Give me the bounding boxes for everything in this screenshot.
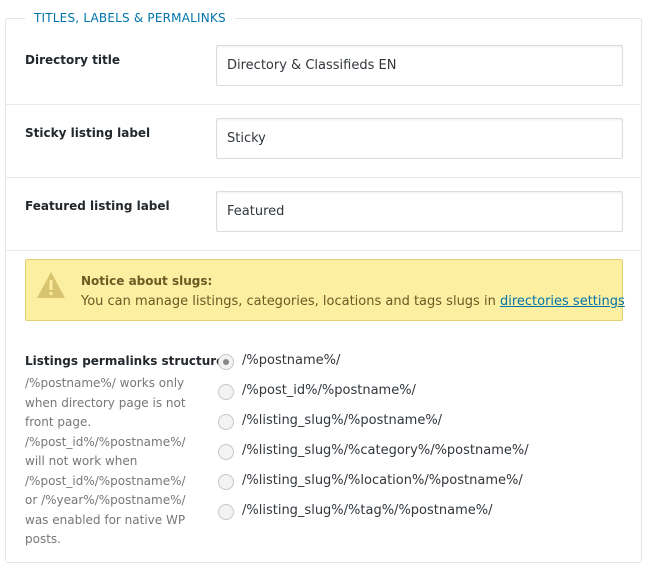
directory-title-label: Directory title <box>25 53 120 67</box>
notice-title: Notice about slugs: <box>81 274 213 288</box>
sticky-label-row: Sticky listing label <box>6 105 642 178</box>
radio-label-listing-slug-tag-postname[interactable]: /%listing_slug%/%tag%/%postname%/ <box>242 503 492 518</box>
radio-option-post-id-postname[interactable] <box>218 384 234 400</box>
directories-settings-link[interactable]: directories settings <box>500 294 625 309</box>
sticky-label-input[interactable] <box>216 118 623 159</box>
section-title: TITLES, LABELS & PERMALINKS <box>25 11 235 25</box>
slugs-notice: Notice about slugs: You can manage listi… <box>25 259 625 321</box>
radio-option-listing-slug-category-postname[interactable] <box>218 444 234 460</box>
directory-title-row: Directory title <box>6 32 642 105</box>
radio-option-listing-slug-tag-postname[interactable] <box>218 504 234 520</box>
warning-icon <box>37 272 65 298</box>
radio-option-postname[interactable] <box>218 354 234 370</box>
radio-label-listing-slug-category-postname[interactable]: /%listing_slug%/%category%/%postname%/ <box>242 443 529 458</box>
radio-label-listing-slug-location-postname[interactable]: /%listing_slug%/%location%/%postname%/ <box>242 473 523 488</box>
permalinks-structure-label: Listings permalinks structure <box>25 354 225 368</box>
directory-title-input[interactable] <box>216 45 623 86</box>
featured-label-input[interactable] <box>216 191 623 232</box>
radio-label-post-id-postname[interactable]: /%post_id%/%postname%/ <box>242 383 416 398</box>
featured-label-row: Featured listing label <box>6 178 642 251</box>
radio-option-listing-slug-postname[interactable] <box>218 414 234 430</box>
radio-option-listing-slug-location-postname[interactable] <box>218 474 234 490</box>
sticky-label-label: Sticky listing label <box>25 126 151 140</box>
radio-label-postname[interactable]: /%postname%/ <box>242 353 340 368</box>
featured-label-label: Featured listing label <box>25 199 170 213</box>
permalinks-description: /%postname%/ works only when directory p… <box>25 376 186 546</box>
radio-label-listing-slug-postname[interactable]: /%listing_slug%/%postname%/ <box>242 413 442 428</box>
notice-text-body: You can manage listings, categories, loc… <box>81 294 500 309</box>
notice-text: You can manage listings, categories, loc… <box>81 294 625 309</box>
